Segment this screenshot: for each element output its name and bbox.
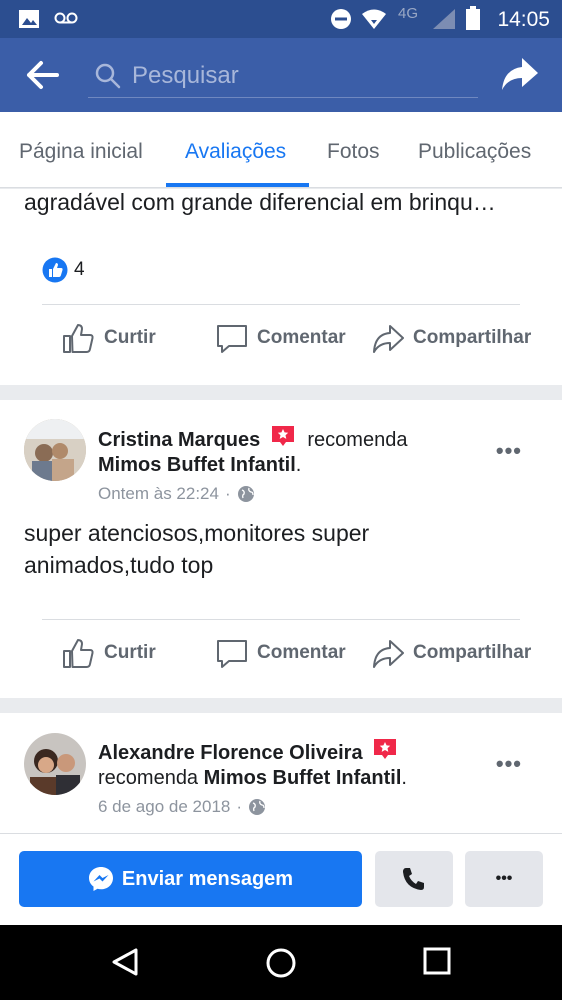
action-bar: Curtir Comentar Compartilhar [0,636,562,676]
page-tabs: Página inicial Avaliações Fotos Publicaç… [0,112,562,188]
tab-posts[interactable]: Publicações [418,140,531,164]
tab-reviews[interactable]: Avaliações [185,140,286,164]
profile-photo [24,733,86,795]
comment-icon [217,325,247,353]
wifi-icon [362,9,386,29]
network-type: 4G [398,5,419,22]
gallery-icon [19,10,39,28]
author-name[interactable]: Alexandre Florence Oliveira [98,742,363,764]
like-label: Curtir [104,327,156,348]
action-bar: Curtir Comentar Compartilhar [0,321,562,361]
comment-label: Comentar [257,642,346,663]
divider [42,619,520,620]
top-bar: Pesquisar [0,38,562,112]
nav-back-icon[interactable] [110,947,140,977]
like-reaction-icon [42,257,68,283]
voicemail-icon [54,12,78,24]
call-button[interactable] [375,851,453,907]
review-target: Mimos Buffet Infantil. [98,454,302,476]
tab-home[interactable]: Página inicial [19,140,143,164]
messenger-icon [88,867,113,891]
send-message-label: Enviar mensagem [121,867,294,890]
share-arrow-icon [373,325,404,353]
author-name[interactable]: Cristina Marques [98,429,260,451]
review-header: Cristina Marques recomenda [98,424,407,452]
comment-button[interactable]: Comentar [215,636,346,670]
tab-photos[interactable]: Fotos [327,140,380,164]
globe-icon [249,799,266,815]
page-name-link[interactable]: Mimos Buffet Infantil [98,454,296,476]
clock: 14:05 [497,8,550,31]
review-header: Alexandre Florence Oliveira [98,737,398,765]
avatar[interactable] [24,419,86,481]
like-label: Curtir [104,642,156,663]
like-button[interactable]: Curtir [62,321,156,355]
share-label: Compartilhar [413,642,532,663]
divider [42,304,520,305]
avatar[interactable] [24,733,86,795]
signal-icon [433,9,455,29]
comment-label: Comentar [257,327,346,348]
timestamp[interactable]: 6 de ago de 2018 [98,797,230,817]
search-input[interactable]: Pesquisar [88,56,478,98]
recommend-icon [374,739,397,759]
recommend-icon [271,426,294,446]
comment-icon [217,640,247,668]
review-target: recomenda Mimos Buffet Infantil. [98,767,407,789]
review-meta: 6 de ago de 2018 · [98,797,266,817]
review-card: agradável com grande diferencial em brin… [0,189,562,385]
share-button[interactable]: Compartilhar [371,636,531,670]
recommends-text: recomenda [98,767,199,789]
status-bar: 4G 14:05 [0,0,562,38]
more-options-icon[interactable]: ••• [496,751,522,777]
thumbs-up-icon [63,324,94,353]
do-not-disturb-icon [331,9,351,29]
share-arrow-icon [373,640,404,668]
send-message-button[interactable]: Enviar mensagem [19,851,362,907]
profile-photo [24,419,86,481]
share-label: Compartilhar [413,327,532,348]
more-icon: ••• [495,870,513,887]
nav-recents-icon[interactable] [423,947,451,975]
share-button[interactable]: Compartilhar [371,321,531,355]
active-tab-indicator [166,183,309,187]
review-meta: Ontem às 22:24 · [98,484,255,504]
recommends-text: recomenda [307,429,408,451]
battery-icon [466,6,480,30]
more-options-icon[interactable]: ••• [496,438,522,464]
review-card: Alexandre Florence Oliveira recomenda Mi… [0,713,562,833]
comment-button[interactable]: Comentar [215,321,346,355]
globe-icon [237,486,254,502]
more-button[interactable]: ••• [465,851,543,907]
nav-home-icon[interactable] [265,947,297,979]
review-body: super atenciosos,monitores super animado… [24,517,369,581]
search-icon [95,63,121,89]
share-icon[interactable] [500,56,540,92]
page-name-link[interactable]: Mimos Buffet Infantil [204,767,402,789]
reaction-summary[interactable]: 4 [42,257,85,283]
review-card: Cristina Marques recomenda Mimos Buffet … [0,400,562,698]
bottom-action-bar: Enviar mensagem ••• [0,833,562,925]
review-text-line: animados,tudo top [24,552,214,578]
back-arrow-icon[interactable] [26,60,60,90]
review-text-line: super atenciosos,monitores super [24,520,370,546]
thumbs-up-icon [63,639,94,668]
phone-icon [403,868,424,890]
review-text[interactable]: agradável com grande diferencial em brin… [24,189,496,216]
like-button[interactable]: Curtir [62,636,156,670]
search-placeholder: Pesquisar [132,62,239,89]
timestamp[interactable]: Ontem às 22:24 [98,484,219,504]
system-nav-bar [0,925,562,1000]
like-count: 4 [74,259,85,280]
